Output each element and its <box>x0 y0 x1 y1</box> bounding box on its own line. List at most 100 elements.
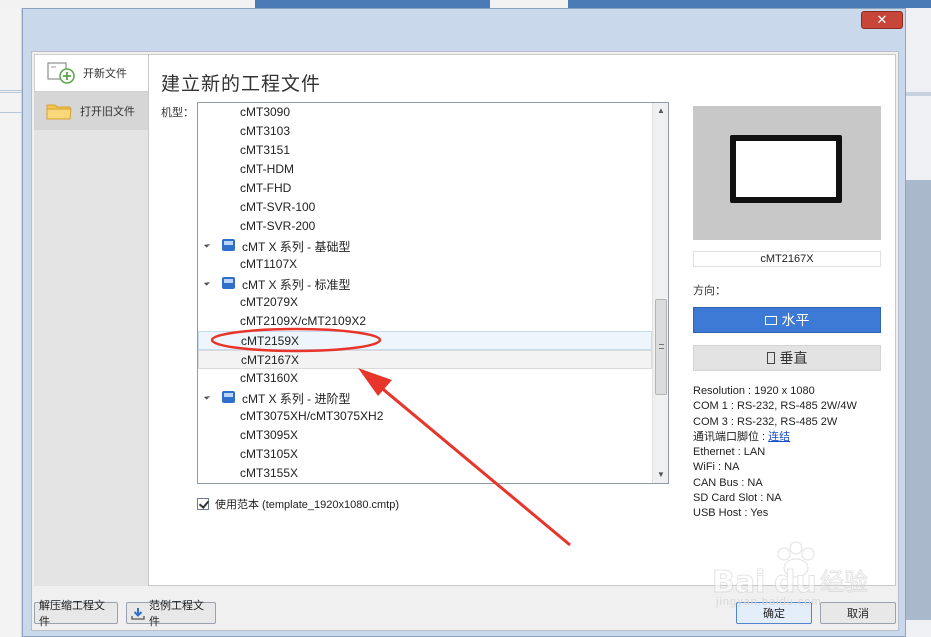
tree-row-label: cMT2167X <box>241 353 300 367</box>
portrait-icon <box>766 352 775 364</box>
model-tree-scrollbar[interactable]: ▲ ▼ <box>652 103 668 483</box>
tree-model-row[interactable]: cMT2079X <box>198 293 652 312</box>
scroll-up-arrow-icon[interactable]: ▲ <box>653 103 668 119</box>
tree-model-row[interactable]: cMT3090 <box>198 103 652 122</box>
decompress-label: 解压缩工程文件 <box>39 600 105 628</box>
tree-row-label: cMT3103 <box>240 124 291 138</box>
spec-ethernet: Ethernet : LAN <box>693 446 766 459</box>
expand-arrow-icon[interactable] <box>203 241 211 248</box>
landscape-icon <box>764 315 777 325</box>
use-template-label: 使用范本 (template_1920x1080.cmtp) <box>215 499 400 511</box>
spec-com1: COM 1 : RS-232, RS-485 2W/4W <box>693 400 857 413</box>
spec-pinout-label: 通讯端口脚位 : <box>693 430 769 443</box>
tree-row-label: cMT3155X <box>240 466 299 480</box>
example-projects-label: 范例工程文件 <box>149 600 204 628</box>
expand-arrow-icon[interactable] <box>203 393 211 400</box>
tree-row-label: cMT3090 <box>240 105 291 119</box>
tree-row-label: cMT-FHD <box>240 181 292 195</box>
tree-row-label: cMT2109X/cMT2109X2 <box>240 314 367 328</box>
tree-group-row[interactable]: cMT X 系列 - 标准型 <box>198 274 652 293</box>
new-file-icon <box>47 61 75 85</box>
orientation-vertical-button[interactable]: 垂直 <box>693 345 881 371</box>
main-panel: 建立新的工程文件 机型： cMT3090 cMT3103 cMT3151 cMT-HD… <box>148 54 896 586</box>
tree-model-row[interactable]: cMT3151 <box>198 141 652 160</box>
device-series-icon <box>222 239 235 251</box>
spec-usbhost: USB Host : Yes <box>693 507 769 520</box>
grip-icon <box>659 344 664 349</box>
folder-icon <box>46 101 72 121</box>
tree-row-label: cMT X 系列 - 进阶型 <box>242 392 351 406</box>
tree-group-row[interactable]: cMT X 系列 - 进阶型 <box>198 388 652 407</box>
svg-text:经验: 经验 <box>820 568 868 596</box>
svg-text:du: du <box>774 565 817 600</box>
expand-arrow-icon[interactable] <box>203 279 211 286</box>
tree-row-label: cMT3095X <box>240 428 299 442</box>
preview-model-name: cMT2167X <box>693 251 881 267</box>
device-series-icon <box>222 277 235 289</box>
tree-model-row[interactable]: cMT2159X <box>198 331 652 350</box>
download-icon <box>131 607 145 620</box>
tree-row-label: cMT3105X <box>240 447 299 461</box>
tree-row-label: cMT3160X <box>240 371 299 385</box>
use-template-row[interactable]: 使用范本 (template_1920x1080.cmtp) <box>197 496 399 512</box>
tree-model-row[interactable]: cMT2109X/cMT2109X2 <box>198 312 652 331</box>
model-preview <box>693 106 881 240</box>
spec-canbus: CAN Bus : NA <box>693 476 763 489</box>
baidu-watermark-logo: Bai du 经验 <box>712 541 869 601</box>
nav-tab-new-file[interactable]: 开新文件 <box>34 54 148 92</box>
orientation-horizontal-button[interactable]: 水平 <box>693 307 881 333</box>
tree-row-label: cMT3151 <box>240 143 291 157</box>
tree-model-row[interactable]: cMT-FHD <box>198 179 652 198</box>
nav-tab-open-file[interactable]: 打开旧文件 <box>34 92 148 130</box>
use-template-checkbox[interactable] <box>197 498 209 510</box>
nav-tab-label: 开新文件 <box>83 68 127 80</box>
page-title: 建立新的工程文件 <box>161 74 322 95</box>
tree-model-row[interactable]: cMT3095X <box>198 426 652 445</box>
tree-row-label: cMT-SVR-200 <box>240 219 316 233</box>
tree-model-row[interactable]: cMT3160X <box>198 369 652 388</box>
orientation-vertical-label: 垂直 <box>779 350 808 366</box>
tree-model-row[interactable]: cMT-SVR-100 <box>198 198 652 217</box>
spec-resolution: Resolution : 1920 x 1080 <box>693 385 815 397</box>
tree-row-label: cMT X 系列 - 基础型 <box>242 240 351 254</box>
tree-model-row[interactable]: cMT3105X <box>198 445 652 464</box>
tree-model-row[interactable]: cMT1107X <box>198 255 652 274</box>
scroll-down-arrow-icon[interactable]: ▼ <box>653 467 668 483</box>
orientation-label: 方向： <box>693 285 726 297</box>
scrollbar-thumb[interactable] <box>655 299 667 395</box>
background-window-titlebar <box>0 0 931 8</box>
tree-model-row[interactable]: cMT-HDM <box>198 160 652 179</box>
pinout-link[interactable]: 连结 <box>768 431 790 443</box>
model-tree[interactable]: cMT3090 cMT3103 cMT3151 cMT-HDM cMT-FHD cMT-S… <box>197 102 669 484</box>
background-tab <box>0 0 255 8</box>
dialog-close-button[interactable]: ✕ <box>861 11 903 29</box>
background-tab <box>490 0 568 8</box>
svg-text:Bai: Bai <box>712 565 765 600</box>
tree-model-row[interactable]: cMT-SVR-200 <box>198 217 652 236</box>
tree-row-label: cMT3075XH/cMT3075XH2 <box>240 409 384 423</box>
tree-group-row[interactable]: cMT X 系列 - 基础型 <box>198 236 652 255</box>
watermark-text: jingyan.baidu.com <box>716 596 822 608</box>
tree-model-row[interactable]: cMT3075XH/cMT3075XH2 <box>198 407 652 426</box>
tree-model-row[interactable]: cMT3103 <box>198 122 652 141</box>
tree-model-row[interactable]: cMT3155X <box>198 464 652 483</box>
left-nav: 开新文件 打开旧文件 <box>34 54 148 586</box>
background-window-left <box>0 8 22 637</box>
spec-pinout: 通讯端口脚位 : 连结 <box>693 430 857 445</box>
decompress-project-button[interactable]: 解压缩工程文件 <box>34 600 118 628</box>
close-icon: ✕ <box>876 12 888 27</box>
spec-wifi: WiFi : NA <box>693 461 740 474</box>
tree-row-label: cMT-SVR-100 <box>240 200 316 214</box>
example-projects-button[interactable]: 范例工程文件 <box>126 600 216 628</box>
hmi-screen-icon <box>730 135 842 203</box>
tree-row-label: cMT X 系列 - 标准型 <box>242 278 351 292</box>
tree-row-label: cMT-HDM <box>240 162 294 176</box>
nav-tab-label: 打开旧文件 <box>80 106 135 118</box>
tree-model-row[interactable]: cMT2167X <box>198 350 652 369</box>
tree-row-label: cMT2079X <box>240 295 299 309</box>
tree-row-label: cMT1107X <box>240 257 298 271</box>
spec-sdcard: SD Card Slot : NA <box>693 492 782 505</box>
model-specs: Resolution : 1920 x 1080 COM 1 : RS-232,… <box>693 384 857 522</box>
tree-row-label: cMT2159X <box>241 334 300 348</box>
device-series-icon <box>222 391 235 403</box>
